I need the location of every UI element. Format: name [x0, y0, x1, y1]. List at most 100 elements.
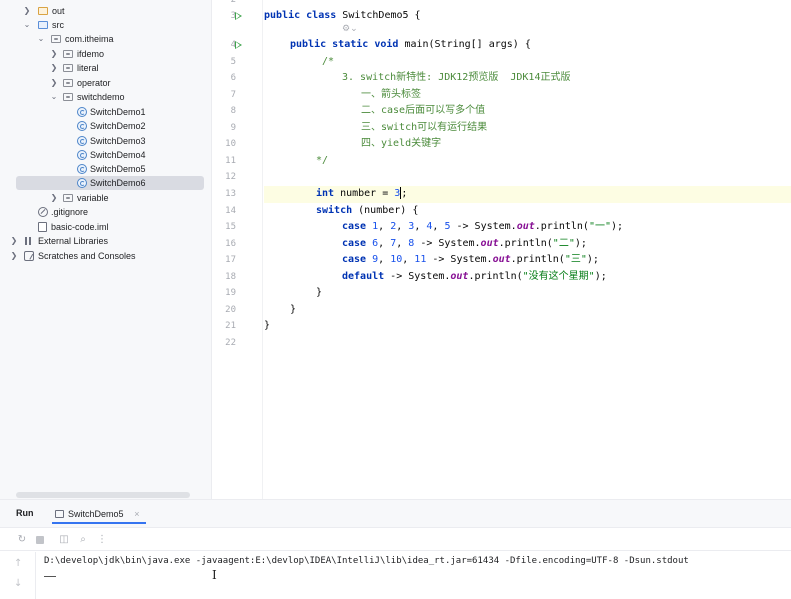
keyword: public — [290, 39, 327, 50]
chevron-down-icon[interactable]: ⌄ — [49, 90, 59, 104]
tree-item-external-libraries[interactable]: ❯ External Libraries — [0, 234, 211, 248]
keyword: default — [342, 271, 385, 282]
class-icon — [77, 150, 87, 160]
static-field: out — [492, 254, 511, 265]
code-line-17[interactable]: case 9, 10, 11 -> System.out.println("三"… — [264, 252, 791, 269]
code-text: .println( — [534, 221, 589, 232]
stop-icon[interactable] — [34, 534, 46, 546]
code-line-13[interactable]: int number = 3; — [264, 186, 791, 203]
chevron-right-icon[interactable]: ❯ — [49, 61, 59, 75]
code-line-9[interactable]: 三、switch可以有运行结果 — [264, 120, 791, 137]
code-line-18[interactable]: default -> System.out.println("没有这个星期"); — [264, 269, 791, 286]
code-text: .println( — [510, 254, 565, 265]
code-line-21[interactable]: } — [264, 318, 791, 335]
tree-item-switchdemo6[interactable]: SwitchDemo6 — [0, 176, 211, 190]
chevron-down-icon[interactable]: ⌄ — [22, 18, 32, 32]
keyword: switch — [316, 205, 353, 216]
static-field: out — [480, 238, 499, 249]
tree-item-basic-code-iml[interactable]: basic-code.iml — [0, 220, 211, 234]
code-line-7[interactable]: 一、箭头标签 — [264, 87, 791, 104]
code-editor[interactable]: 2 3 4 5 6 7 8 9 10 11 12 13 14 15 16 17 … — [213, 0, 791, 499]
file-icon — [38, 222, 47, 232]
tree-item-switchdemo3[interactable]: SwitchDemo3 — [0, 134, 211, 148]
line-number: 13 — [225, 189, 236, 199]
folder-icon — [38, 21, 48, 29]
chevron-right-icon[interactable]: ❯ — [9, 234, 19, 248]
line-number: 19 — [225, 288, 236, 298]
tree-item-variable[interactable]: ❯ variable — [0, 191, 211, 205]
tree-item-label: SwitchDemo1 — [90, 107, 146, 117]
chevron-right-icon[interactable]: ❯ — [49, 76, 59, 90]
code-line-5[interactable]: /* — [264, 54, 791, 71]
code-line-15[interactable]: case 1, 2, 3, 4, 5 -> System.out.println… — [264, 219, 791, 236]
run-gutter-icon[interactable] — [235, 41, 242, 49]
code-line-6[interactable]: 3. switch新特性: JDK12预览版 JDK14正式版 — [264, 70, 791, 87]
class-icon — [77, 107, 87, 117]
tree-item-switchdemo2[interactable]: SwitchDemo2 — [0, 119, 211, 133]
line-number-gutter[interactable]: 2 3 4 5 6 7 8 9 10 11 12 13 14 15 16 17 … — [213, 0, 263, 499]
line-number: 8 — [230, 106, 236, 116]
code-line-16[interactable]: case 6, 7, 8 -> System.out.println("二"); — [264, 236, 791, 253]
keyword: public — [264, 10, 301, 21]
tree-item-src[interactable]: ⌄ src — [0, 18, 211, 32]
console-side-toolbar: ↑ ↓ — [0, 552, 36, 599]
arrow-down-icon[interactable]: ↓ — [14, 578, 22, 589]
keyword: case — [342, 238, 367, 249]
code-text: , — [378, 238, 391, 249]
code-text: , — [432, 221, 445, 232]
tree-item-label: literal — [77, 63, 99, 73]
code-line-8[interactable]: 二、case后面可以写多个值 — [264, 103, 791, 120]
camera-icon[interactable]: ◫ — [58, 534, 70, 546]
code-line-4[interactable]: public static void main(String[] args) { — [264, 37, 791, 54]
line-number: 10 — [225, 139, 236, 149]
tree-item-label: SwitchDemo6 — [90, 178, 146, 188]
tree-item-com-itheima[interactable]: ⌄ com.itheima — [0, 32, 211, 46]
tree-item-gitignore[interactable]: .gitignore — [0, 205, 211, 219]
tree-item-operator[interactable]: ❯ operator — [0, 76, 211, 90]
tree-item-literal[interactable]: ❯ literal — [0, 61, 211, 75]
line-number: 22 — [225, 338, 236, 348]
code-text: -> System. — [384, 271, 451, 282]
close-icon[interactable]: × — [134, 504, 139, 524]
keyword: case — [342, 221, 367, 232]
chevron-down-icon[interactable]: ⌄ — [36, 32, 46, 46]
run-config-tab[interactable]: SwitchDemo5 × — [52, 504, 146, 524]
code-line-14[interactable]: switch (number) { — [264, 203, 791, 220]
chevron-right-icon[interactable]: ❯ — [49, 191, 59, 205]
console-output[interactable]: D:\develop\jdk\bin\java.exe -javaagent:E… — [44, 556, 791, 566]
tree-item-out[interactable]: ❯ out — [0, 4, 211, 18]
horizontal-scrollbar[interactable] — [16, 492, 190, 498]
search-icon[interactable]: ⌕ — [77, 534, 89, 546]
code-text: , — [402, 254, 415, 265]
code-area[interactable]: ⚙⌄ public class SwitchDemo5 { public sta… — [264, 0, 791, 499]
keyword: case — [342, 254, 367, 265]
code-text: .println( — [468, 271, 523, 282]
class-icon — [77, 164, 87, 174]
code-line-20[interactable]: } — [264, 302, 791, 319]
tree-item-switchdemo5[interactable]: SwitchDemo5 — [0, 162, 211, 176]
code-line-19[interactable]: } — [264, 285, 791, 302]
tree-item-switchdemo[interactable]: ⌄ switchdemo — [0, 90, 211, 104]
more-icon[interactable]: ⋮ — [96, 534, 108, 546]
tree-item-switchdemo1[interactable]: SwitchDemo1 — [0, 105, 211, 119]
tree-item-scratches[interactable]: ❯ Scratches and Consoles — [0, 249, 211, 263]
method-signature: main(String[] args) { — [404, 39, 531, 50]
code-line-3[interactable]: public class SwitchDemo5 { — [264, 8, 791, 25]
chevron-right-icon[interactable]: ❯ — [22, 4, 32, 18]
run-gutter-icon[interactable] — [235, 12, 242, 20]
class-icon — [77, 178, 87, 188]
code-line-11[interactable]: */ — [264, 153, 791, 170]
tree-item-switchdemo4[interactable]: SwitchDemo4 — [0, 148, 211, 162]
chevron-right-icon[interactable]: ❯ — [49, 47, 59, 61]
arrow-up-icon[interactable]: ↑ — [14, 558, 22, 569]
line-number: 9 — [230, 123, 236, 133]
tree-item-ifdemo[interactable]: ❯ ifdemo — [0, 47, 211, 61]
line-number: 15 — [225, 222, 236, 232]
inlay-hint-icon[interactable]: ⚙⌄ — [342, 24, 358, 34]
code-line-10[interactable]: 四、yield关键字 — [264, 136, 791, 153]
chevron-right-icon[interactable]: ❯ — [9, 249, 19, 263]
folder-icon — [38, 7, 48, 15]
code-text: , — [396, 221, 409, 232]
line-number: 4 — [230, 40, 236, 50]
rerun-icon[interactable]: ↻ — [16, 534, 28, 546]
